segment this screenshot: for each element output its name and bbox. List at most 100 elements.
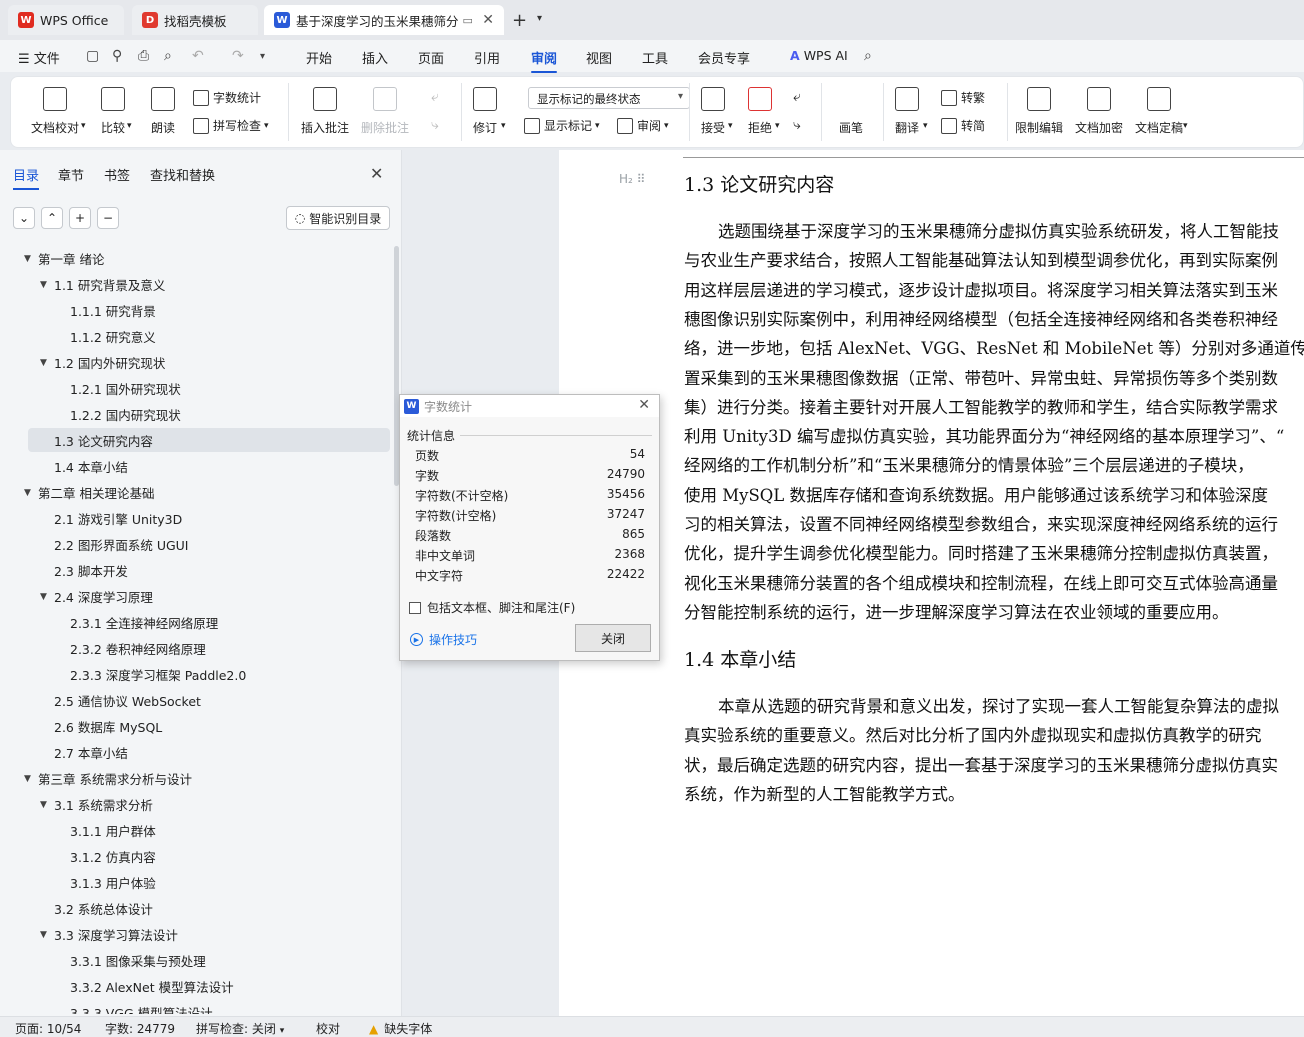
toc-item[interactable]: 3.2 系统总体设计: [28, 896, 390, 920]
heading-style-icon[interactable]: H₂ ⠿: [619, 172, 645, 186]
toc-item[interactable]: 2.4 深度学习原理: [28, 584, 390, 608]
toc-item[interactable]: 3.3.1 图像采集与预处理: [28, 948, 390, 972]
chevron-down-icon[interactable]: ▾: [923, 121, 928, 131]
accept-button[interactable]: 接受: [701, 87, 725, 136]
show-markup-button[interactable]: 显示标记 ▾: [524, 117, 600, 134]
toc-item[interactable]: 2.3.1 全连接神经网络原理: [28, 610, 390, 634]
compare-button[interactable]: 比较: [101, 87, 125, 136]
expand-all-button[interactable]: ⌃: [41, 207, 63, 229]
remove-heading-button[interactable]: −: [97, 207, 119, 229]
tips-link[interactable]: ▶ 操作技巧: [410, 631, 477, 648]
smart-toc-button[interactable]: ◌ 智能识别目录: [286, 206, 390, 230]
checkbox[interactable]: [409, 601, 421, 614]
menu-member[interactable]: 会员专享: [698, 48, 750, 67]
previous-change-icon[interactable]: ⤶: [793, 89, 801, 105]
menu-home[interactable]: 开始: [306, 48, 332, 67]
toc-item[interactable]: 2.5 通信协议 WebSocket: [28, 688, 390, 712]
toc-item[interactable]: 1.1 研究背景及意义: [28, 272, 390, 296]
tab-wps-office[interactable]: W WPS Office: [8, 5, 124, 35]
toc-item[interactable]: 1.3 论文研究内容: [28, 428, 390, 452]
menu-view[interactable]: 视图: [586, 48, 612, 67]
print-icon[interactable]: ⎙: [138, 48, 149, 64]
read-aloud-button[interactable]: 朗读: [151, 87, 175, 136]
to-simplified-button[interactable]: 转简: [941, 117, 985, 134]
toc-item[interactable]: 1.1.1 研究背景: [28, 298, 390, 322]
chevron-down-icon[interactable]: ▾: [501, 121, 506, 131]
search-icon[interactable]: ⌕: [864, 48, 872, 64]
next-comment-icon[interactable]: ⤷: [431, 117, 439, 133]
spell-check-indicator[interactable]: 拼写检查: 关闭 ▾: [196, 1020, 284, 1037]
toc-item[interactable]: 第二章 相关理论基础: [28, 480, 390, 504]
chevron-down-icon[interactable]: ▾: [775, 121, 780, 131]
toc-item[interactable]: 1.4 本章小结: [28, 454, 390, 478]
chevron-down-icon[interactable]: ▾: [537, 13, 542, 24]
word-count-button[interactable]: 字数统计: [193, 89, 261, 106]
share-icon[interactable]: ⚲: [112, 48, 122, 64]
toc-item[interactable]: 2.7 本章小结: [28, 740, 390, 764]
encrypt-button[interactable]: 文档加密: [1075, 87, 1123, 136]
toc-item[interactable]: 3.3.2 AlexNet 模型算法设计: [28, 974, 390, 998]
close-button[interactable]: 关闭: [575, 624, 651, 652]
dialog-titlebar[interactable]: W 字数统计 ✕: [400, 395, 659, 417]
menu-page[interactable]: 页面: [418, 48, 444, 67]
menu-tools[interactable]: 工具: [642, 48, 668, 67]
save-icon[interactable]: ▢: [86, 48, 99, 64]
chevron-down-icon[interactable]: ▾: [1183, 121, 1188, 131]
pen-button[interactable]: 画笔: [839, 87, 863, 136]
previous-comment-icon[interactable]: ⤶: [431, 89, 439, 105]
file-menu[interactable]: ☰ 文件: [18, 48, 60, 67]
menu-insert[interactable]: 插入: [362, 48, 388, 67]
redo-icon[interactable]: ↷: [232, 48, 244, 64]
menu-references[interactable]: 引用: [474, 48, 500, 67]
toc-item[interactable]: 2.3.3 深度学习框架 Paddle2.0: [28, 662, 390, 686]
chevron-down-icon[interactable]: ▾: [81, 121, 86, 131]
insert-comment-button[interactable]: 插入批注: [301, 87, 349, 136]
toc-item[interactable]: 3.1.3 用户体验: [28, 870, 390, 894]
chevron-down-icon[interactable]: ▾: [728, 121, 733, 131]
chevron-down-icon[interactable]: ▾: [260, 51, 265, 62]
document-page[interactable]: H₂ ⠿ 1.3 论文研究内容 选题围绕基于深度学习的玉米果穗筛分虚拟仿真实验系…: [559, 150, 1304, 1016]
toc-item[interactable]: 2.3.2 卷积神经网络原理: [28, 636, 390, 660]
track-changes-button[interactable]: 修订: [473, 87, 497, 136]
spell-check-button[interactable]: 拼写检查 ▾: [193, 117, 269, 134]
toc-item[interactable]: 3.1.2 仿真内容: [28, 844, 390, 868]
chevron-down-icon[interactable]: ▾: [127, 121, 132, 131]
toc-item[interactable]: 3.3 深度学习算法设计: [28, 922, 390, 946]
collapse-all-button[interactable]: ⌄: [13, 207, 35, 229]
tab-sections[interactable]: 章节: [58, 165, 84, 184]
new-tab-icon[interactable]: +: [512, 10, 527, 31]
tab-toc[interactable]: 目录: [13, 165, 40, 190]
tab-find-replace[interactable]: 查找和替换: [150, 165, 215, 184]
close-icon[interactable]: ✕: [482, 12, 494, 28]
toc-item[interactable]: 2.2 图形界面系统 UGUI: [28, 532, 390, 556]
page-indicator[interactable]: 页面: 10/54: [15, 1020, 81, 1037]
toc-item[interactable]: 1.2.1 国外研究现状: [28, 376, 390, 400]
toc-item[interactable]: 第一章 绪论: [28, 246, 390, 270]
include-footnotes-checkbox[interactable]: 包括文本框、脚注和尾注(F): [409, 599, 575, 616]
doc-check-button[interactable]: 文档校对: [31, 87, 79, 136]
add-heading-button[interactable]: +: [69, 207, 91, 229]
toc-item[interactable]: 第三章 系统需求分析与设计: [28, 766, 390, 790]
toc-item[interactable]: 3.3.3 VGG 模型算法设计: [28, 1000, 390, 1015]
toc-item[interactable]: 1.1.2 研究意义: [28, 324, 390, 348]
wps-ai-button[interactable]: A WPS AI: [790, 48, 848, 63]
monitor-icon[interactable]: ▭: [463, 14, 473, 27]
toc-item[interactable]: 2.3 脚本开发: [28, 558, 390, 582]
toc-item[interactable]: 2.1 游戏引擎 Unity3D: [28, 506, 390, 530]
toc-item[interactable]: 1.2 国内外研究现状: [28, 350, 390, 374]
toc-item[interactable]: 3.1 系统需求分析: [28, 792, 390, 816]
word-count-indicator[interactable]: 字数: 24779: [105, 1020, 175, 1037]
translate-button[interactable]: 翻译: [895, 87, 919, 136]
reject-button[interactable]: 拒绝: [748, 87, 772, 136]
delete-comment-button[interactable]: 删除批注: [361, 87, 409, 136]
menu-review[interactable]: 审阅: [531, 48, 558, 73]
close-icon[interactable]: ✕: [638, 397, 650, 413]
close-icon[interactable]: ✕: [370, 164, 383, 183]
markup-state-select[interactable]: 显示标记的最终状态 ▾: [528, 87, 690, 109]
undo-icon[interactable]: ↶: [192, 48, 204, 64]
finalize-button[interactable]: 文档定稿: [1135, 87, 1183, 136]
review-pane-button[interactable]: 审阅 ▾: [617, 117, 669, 134]
missing-font-indicator[interactable]: ▲ 缺失字体: [369, 1020, 432, 1037]
proofread-indicator[interactable]: 校对: [316, 1020, 340, 1037]
toc-item[interactable]: 3.1.1 用户群体: [28, 818, 390, 842]
